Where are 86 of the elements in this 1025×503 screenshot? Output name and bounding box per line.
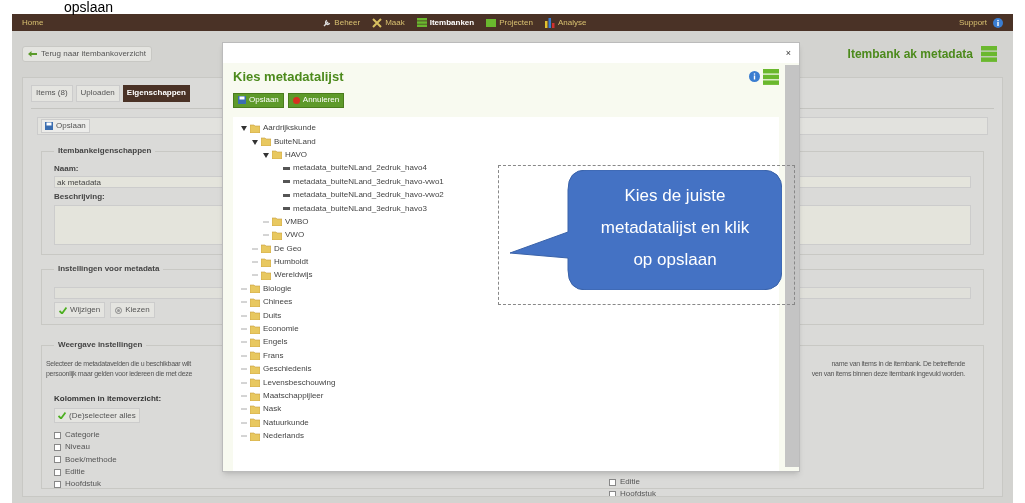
tree-item[interactable]: Frans [263, 349, 284, 362]
tree-item[interactable]: HAVO [285, 148, 308, 161]
fieldset-legend: Itembankeigenschappen [54, 145, 156, 157]
caption-text: opslaan [64, 0, 114, 14]
tree-item[interactable]: VMBO [285, 215, 309, 228]
checkbox-label: Categorie [65, 429, 100, 442]
dialog-title: Kies metadatalijst [233, 68, 344, 86]
nav-item[interactable]: Itembanken [416, 16, 475, 29]
tree-item[interactable]: Aardrijkskunde [263, 122, 316, 135]
expand-toggle[interactable] [241, 125, 247, 132]
select-all-button[interactable]: (De)selecteer alles [54, 408, 140, 423]
checkbox-label: Hoofdstuk [65, 478, 102, 491]
checkbox-label: Boek/methode [65, 453, 117, 466]
edit-button[interactable]: Wijzigen [54, 302, 106, 318]
tree-item[interactable]: Economie [263, 323, 299, 336]
tree-item[interactable]: Geschiedenis [263, 363, 312, 376]
tree-item[interactable]: Biologie [263, 282, 292, 295]
callout-text: Kies de juiste metadatalijst en klik op opslaan [599, 185, 751, 271]
tree-item[interactable]: BuiteNLand [274, 135, 316, 148]
list-icon [763, 68, 779, 85]
tools-icon [372, 17, 383, 28]
nav-item[interactable]: Beheer [323, 16, 361, 29]
checkbox[interactable] [54, 456, 61, 464]
nav-item[interactable]: Maak [372, 16, 405, 29]
document-icon [283, 207, 290, 211]
document-icon [283, 166, 290, 170]
tree-item[interactable]: De Geo [274, 242, 302, 255]
fieldset-legend: Weergave instellingen [54, 339, 147, 351]
tab[interactable]: Eigenschappen [122, 84, 190, 102]
checkbox[interactable] [54, 468, 61, 476]
nav-item[interactable]: Projecten [486, 16, 533, 29]
arrow-left-icon [28, 51, 37, 57]
checkbox[interactable] [609, 478, 616, 486]
radio-icon [115, 306, 123, 314]
tab[interactable]: Uploaden [75, 84, 120, 102]
list-icon [981, 46, 997, 62]
document-icon [283, 180, 290, 184]
tree-item[interactable]: Maatschappijleer [263, 390, 324, 402]
checkbox[interactable] [609, 490, 616, 496]
tree-item[interactable]: metadata_buiteNLand_3edruk_havo-vwo2 [293, 189, 444, 202]
tree-item[interactable]: metadata_buiteNLand_3edruk_havo3 [293, 202, 427, 215]
checkbox-label: Editie [65, 466, 85, 479]
tree-item[interactable]: Humboldt [274, 256, 309, 269]
checkmark-icon [59, 306, 67, 314]
tree-item[interactable]: Chinees [263, 296, 293, 309]
page-title: Itembank ak metadata [847, 46, 973, 63]
tree-item[interactable]: Wereldwijs [274, 269, 313, 282]
checkbox[interactable] [54, 443, 61, 451]
tree-item[interactable]: Engels [263, 336, 288, 349]
tree-item[interactable]: Nederlands [263, 430, 304, 443]
tree-item[interactable]: metadata_buiteNLand_3edruk_havo-vwo1 [293, 175, 444, 188]
home-link[interactable]: Home [22, 16, 44, 29]
field-label: Naam: [54, 163, 79, 175]
tree-item[interactable]: Levensbeschouwing [263, 376, 336, 389]
wrench-icon [323, 18, 332, 27]
tree-item[interactable]: Duits [263, 309, 282, 322]
tree-item[interactable]: VWO [285, 229, 305, 242]
choose-button[interactable]: Kiezen [110, 302, 155, 318]
list-icon [416, 18, 427, 27]
tab[interactable]: Items (8) [31, 84, 73, 102]
checkbox[interactable] [54, 480, 61, 488]
back-button[interactable]: Terug naar itembankoverzicht [22, 46, 152, 62]
save-button[interactable]: Opslaan [41, 119, 90, 133]
checkbox[interactable] [54, 431, 61, 439]
tree-item[interactable]: Natuurkunde [263, 416, 309, 429]
document-icon [283, 193, 290, 197]
tree-item[interactable]: metadata_buiteNLand_2edruk_havo4 [293, 162, 427, 175]
info-icon[interactable] [749, 71, 760, 83]
tree-item[interactable]: Nask [263, 403, 282, 416]
nav-item[interactable]: Analyse [544, 16, 587, 29]
checkmark-icon [58, 412, 66, 419]
fieldset-legend: Instellingen voor metadata [54, 263, 164, 275]
cancel-icon [292, 96, 300, 104]
bar-chart-icon [544, 17, 555, 28]
expand-toggle[interactable] [263, 151, 269, 158]
expand-toggle[interactable] [252, 138, 258, 145]
close-button[interactable]: × [785, 48, 791, 58]
support-link[interactable]: Support [958, 16, 987, 29]
scrollbar[interactable] [785, 65, 799, 467]
checkbox-label: Editie [620, 476, 640, 489]
columns-label: Kolommen in itemoverzicht: [54, 393, 162, 405]
checkbox-label: Hoofdstuk [620, 488, 657, 496]
info-icon[interactable] [993, 17, 1003, 28]
checkbox-label: Niveau [65, 441, 90, 454]
field-label: Beschrijving: [54, 191, 105, 203]
folder-icon [486, 18, 497, 27]
